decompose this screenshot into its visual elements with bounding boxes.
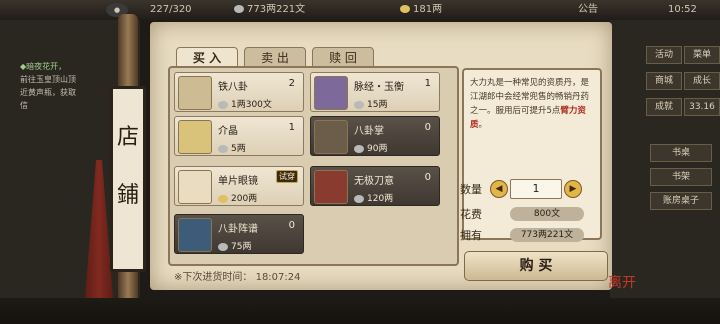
sign-char: 鋪 bbox=[116, 183, 139, 208]
restock-timer: ※下次进货时间： 18:07:24 bbox=[174, 268, 301, 283]
item-card[interactable]: 脉经・玉衡 1 15两 bbox=[310, 72, 440, 112]
coin-icon bbox=[218, 144, 228, 153]
quantity-stepper[interactable]: 1 bbox=[510, 179, 562, 199]
item-qty: 1 bbox=[424, 78, 431, 89]
bookshelf-tab[interactable]: 书架 bbox=[650, 168, 712, 186]
cost-label: 花费 bbox=[460, 208, 482, 221]
activity-button[interactable]: 活动 bbox=[646, 46, 682, 64]
scroll-icon bbox=[314, 76, 348, 110]
item-price: 200两 bbox=[218, 191, 257, 204]
coin-icon bbox=[218, 100, 228, 109]
item-name: 单片眼镜 bbox=[218, 176, 258, 187]
item-card[interactable]: 无极刀意 0 120两 bbox=[310, 166, 440, 206]
decrease-arrow-icon[interactable]: ◀ bbox=[490, 180, 508, 198]
desk-tab[interactable]: 书桌 bbox=[650, 144, 712, 162]
coin-icon bbox=[218, 242, 228, 251]
item-price: 15两 bbox=[354, 97, 387, 110]
silver-display: 181两 bbox=[400, 3, 442, 17]
item-card[interactable]: 单片眼镜 试穿 200两 bbox=[174, 166, 304, 206]
achievement-button[interactable]: 成就 bbox=[646, 98, 682, 116]
ingot-icon bbox=[218, 194, 228, 203]
coin-icon bbox=[234, 5, 244, 13]
item-card[interactable]: 介晶 1 5两 bbox=[174, 116, 304, 156]
increase-arrow-icon[interactable]: ▶ bbox=[564, 180, 582, 198]
item-name: 无极刀意 bbox=[354, 176, 394, 187]
item-qty: 1 bbox=[288, 122, 295, 133]
item-price: 75两 bbox=[218, 239, 251, 252]
item-qty: 2 bbox=[288, 78, 295, 89]
shop-sign: 店 鋪 bbox=[110, 86, 146, 272]
mall-button[interactable]: 商城 bbox=[646, 72, 682, 90]
restock-time: 18:07:24 bbox=[255, 272, 301, 283]
item-card[interactable]: 八卦阵谱 0 75两 bbox=[174, 214, 304, 254]
ingot-icon bbox=[400, 5, 410, 13]
cost-value: 800文 bbox=[510, 207, 584, 221]
item-qty: 0 bbox=[424, 122, 431, 133]
item-name: 八卦掌 bbox=[354, 126, 384, 137]
description-text: 大力丸是一种常见的资质丹，是江湖郎中会经常兜售的畅销丹药之一。服用后可提升5点臂… bbox=[470, 78, 590, 130]
item-price: 90两 bbox=[354, 141, 387, 154]
bottom-toolbar bbox=[0, 298, 720, 324]
item-card[interactable]: 铁八卦 2 1两300文 bbox=[174, 72, 304, 112]
coin-icon bbox=[354, 194, 364, 203]
level-badge: 33.16 bbox=[684, 98, 720, 116]
crystal-icon bbox=[178, 120, 212, 154]
menu-button[interactable]: 菜单 bbox=[684, 46, 720, 64]
item-card[interactable]: 八卦掌 0 90两 bbox=[310, 116, 440, 156]
item-name: 八卦阵谱 bbox=[218, 224, 258, 235]
buy-button[interactable]: 购 买 bbox=[464, 251, 608, 281]
account-desk-tab[interactable]: 账房桌子 bbox=[650, 192, 712, 210]
book-icon bbox=[314, 170, 348, 204]
book-icon bbox=[178, 218, 212, 252]
close-seal[interactable]: 离开 bbox=[608, 272, 636, 292]
quantity-label: 数量 bbox=[460, 183, 482, 196]
notice-button[interactable]: 公告 bbox=[578, 3, 598, 17]
owned-value: 773两221文 bbox=[510, 228, 584, 242]
item-price: 1两300文 bbox=[218, 97, 272, 110]
item-name: 脉经・玉衡 bbox=[354, 82, 404, 93]
counter-text: 227/320 bbox=[150, 4, 192, 15]
item-name: 铁八卦 bbox=[218, 82, 248, 93]
growth-button[interactable]: 成长 bbox=[684, 72, 720, 90]
coin-icon bbox=[354, 144, 364, 153]
item-price: 120两 bbox=[354, 191, 393, 204]
item-price: 5两 bbox=[218, 141, 246, 154]
copper-display: 773两221文 bbox=[234, 3, 305, 17]
try-on-badge[interactable]: 试穿 bbox=[276, 170, 298, 183]
item-qty: 0 bbox=[288, 220, 295, 231]
book-icon bbox=[314, 120, 348, 154]
monocle-icon bbox=[178, 170, 212, 204]
bagua-icon bbox=[178, 76, 212, 110]
sign-char: 店 bbox=[116, 125, 139, 150]
coin-icon bbox=[354, 100, 364, 109]
item-name: 介晶 bbox=[218, 126, 238, 137]
restock-label: ※下次进货时间： bbox=[174, 272, 253, 283]
clock: 10:52 bbox=[668, 4, 697, 15]
owned-label: 拥有 bbox=[460, 229, 482, 242]
item-qty: 0 bbox=[424, 172, 431, 183]
